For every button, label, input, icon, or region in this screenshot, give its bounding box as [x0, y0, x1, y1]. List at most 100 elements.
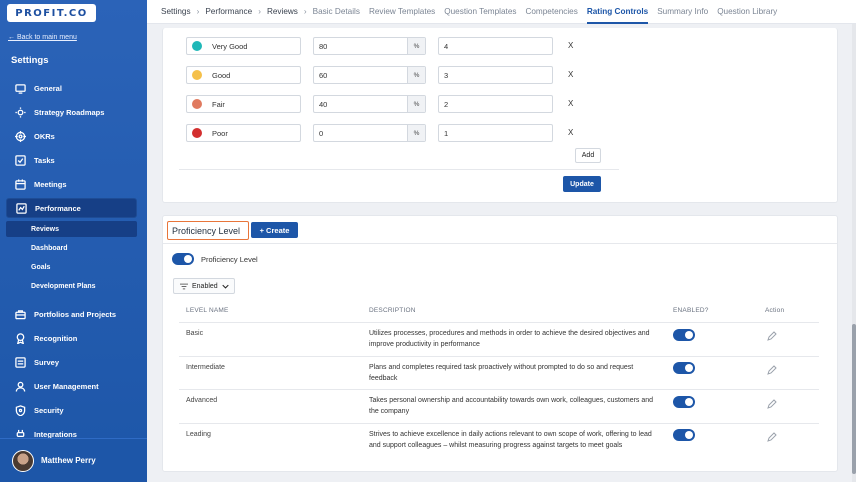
survey-icon — [15, 356, 26, 368]
sidebar-item-survey[interactable]: Survey — [6, 352, 137, 372]
color-swatch[interactable] — [192, 128, 202, 138]
add-button[interactable]: Add — [575, 148, 601, 163]
calendar-icon — [15, 178, 26, 190]
level-name: Intermediate — [186, 364, 225, 371]
level-name: Basic — [186, 330, 204, 337]
user-profile[interactable]: Matthew Perry — [0, 438, 147, 482]
column-header-enabled: ENABLED? — [673, 307, 709, 314]
column-header-level-name: LEVEL NAME — [186, 307, 229, 314]
sidebar: PROFIT.CO ← Back to main menu Settings G… — [0, 0, 147, 482]
breadcrumb-chevron-icon: › — [258, 7, 261, 16]
score-field[interactable]: 2 — [438, 95, 553, 113]
proficiency-level-toggle[interactable] — [172, 253, 194, 265]
back-to-main-menu-link[interactable]: ← Back to main menu — [8, 34, 77, 41]
sidebar-item-meetings[interactable]: Meetings — [6, 174, 137, 194]
score-field[interactable]: 1 — [438, 124, 553, 142]
delete-icon[interactable]: X — [568, 70, 573, 79]
edit-pencil-icon[interactable] — [767, 365, 777, 375]
target-icon — [15, 130, 26, 142]
percent-addon: % — [407, 96, 425, 112]
tab-question-templates[interactable]: Question Templates — [444, 0, 516, 24]
breadcrumb-settings[interactable]: Settings — [161, 7, 191, 16]
create-button[interactable]: + Create — [251, 222, 298, 238]
percent-addon: % — [407, 67, 425, 83]
percent-field[interactable]: 60% — [313, 66, 426, 84]
edit-pencil-icon[interactable] — [767, 432, 777, 442]
divider — [179, 389, 819, 390]
sidebar-item-tasks[interactable]: Tasks — [6, 150, 137, 170]
level-name: Advanced — [186, 397, 218, 404]
sidebar-subitem-development-plans[interactable]: Development Plans — [6, 278, 137, 294]
breadcrumb-reviews[interactable]: Reviews — [267, 7, 298, 16]
edit-pencil-icon[interactable] — [767, 399, 777, 409]
user-name: Matthew Perry — [41, 456, 96, 465]
tab-competencies[interactable]: Competencies — [525, 0, 577, 24]
divider — [163, 243, 837, 244]
level-description: Plans and completes required task proact… — [369, 364, 634, 382]
percent-addon: % — [407, 38, 425, 54]
percent-addon: % — [407, 125, 425, 141]
tab-basic-details[interactable]: Basic Details — [313, 0, 360, 24]
rating-name-field[interactable]: Good — [186, 66, 301, 84]
color-swatch[interactable] — [192, 41, 202, 51]
update-button[interactable]: Update — [563, 176, 601, 192]
level-enabled-toggle[interactable] — [673, 329, 695, 341]
profit-co-logo[interactable]: PROFIT.CO — [7, 4, 96, 22]
proficiency-level-title: Proficiency Level — [167, 221, 249, 240]
chart-icon — [16, 202, 27, 214]
rating-name-field[interactable]: Fair — [186, 95, 301, 113]
checkbox-icon — [15, 154, 26, 166]
tab-summary-info[interactable]: Summary Info — [657, 0, 708, 24]
percent-field[interactable]: 40% — [313, 95, 426, 113]
percent-field[interactable]: 80% — [313, 37, 426, 55]
level-enabled-toggle[interactable] — [673, 396, 695, 408]
sidebar-item-portfolios-and-projects[interactable]: Portfolios and Projects — [6, 304, 137, 324]
tab-question-library[interactable]: Question Library — [717, 0, 777, 24]
breadcrumb-performance[interactable]: Performance — [205, 7, 252, 16]
top-navigation: Settings › Performance › Reviews › Basic… — [147, 0, 856, 24]
tab-rating-controls[interactable]: Rating Controls — [586, 0, 649, 24]
scrollbar-thumb[interactable] — [852, 324, 856, 474]
sidebar-item-performance[interactable]: Performance — [6, 198, 137, 218]
delete-icon[interactable]: X — [568, 99, 573, 108]
chevron-down-icon — [222, 284, 229, 289]
proficiency-toggle-label: Proficiency Level — [201, 255, 258, 264]
level-name: Leading — [186, 431, 211, 438]
rating-name-field[interactable]: Very Good — [186, 37, 301, 55]
level-enabled-toggle[interactable] — [673, 429, 695, 441]
sidebar-item-recognition[interactable]: Recognition — [6, 328, 137, 348]
divider — [179, 356, 819, 357]
sidebar-subitem-goals[interactable]: Goals — [6, 259, 137, 275]
level-description: Strives to achieve excellence in daily a… — [369, 431, 652, 449]
sidebar-item-security[interactable]: Security — [6, 400, 137, 420]
edit-pencil-icon[interactable] — [767, 331, 777, 341]
sidebar-subitem-dashboard[interactable]: Dashboard — [6, 240, 137, 256]
sidebar-subitem-reviews[interactable]: Reviews — [6, 221, 137, 237]
sidebar-item-general[interactable]: General — [6, 78, 137, 98]
percent-field[interactable]: 0% — [313, 124, 426, 142]
monitor-icon — [15, 83, 26, 94]
breadcrumb-chevron-icon: › — [196, 7, 200, 16]
award-icon — [15, 332, 26, 344]
tab-review-templates[interactable]: Review Templates — [369, 0, 435, 24]
score-field[interactable]: 3 — [438, 66, 553, 84]
sidebar-item-strategy-roadmaps[interactable]: Strategy Roadmaps — [6, 102, 137, 122]
avatar — [12, 449, 34, 472]
divider — [179, 169, 619, 170]
delete-icon[interactable]: X — [568, 41, 573, 50]
delete-icon[interactable]: X — [568, 128, 573, 137]
color-swatch[interactable] — [192, 70, 202, 80]
divider — [179, 423, 819, 424]
divider — [179, 322, 819, 323]
sidebar-item-okrs[interactable]: OKRs — [6, 126, 137, 146]
level-enabled-toggle[interactable] — [673, 362, 695, 374]
bulb-icon — [15, 106, 26, 118]
color-swatch[interactable] — [192, 99, 202, 109]
rating-name-field[interactable]: Poor — [186, 124, 301, 142]
level-description: Utilizes processes, procedures and metho… — [369, 330, 650, 348]
page-scrollbar[interactable] — [852, 24, 856, 482]
score-field[interactable]: 4 — [438, 37, 553, 55]
enabled-filter-dropdown[interactable]: Enabled — [173, 278, 235, 294]
sidebar-item-user-management[interactable]: User Management — [6, 376, 137, 396]
user-icon — [15, 381, 26, 392]
